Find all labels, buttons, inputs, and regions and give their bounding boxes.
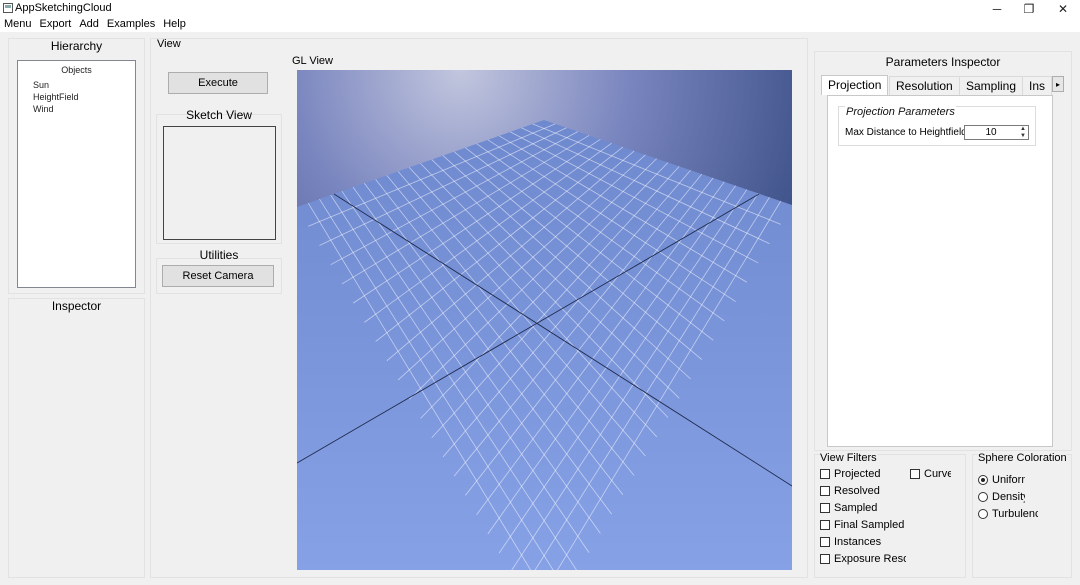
gl-view-canvas[interactable] — [297, 70, 792, 570]
coloration-density-radio[interactable]: Density — [978, 491, 1025, 503]
checkbox-icon — [820, 520, 830, 530]
hierarchy-title: Hierarchy — [50, 39, 103, 53]
chevron-right-icon: ▸ — [1055, 79, 1060, 89]
tree-item-sun[interactable]: Sun — [33, 80, 49, 90]
filter-resolved-checkbox[interactable]: Resolved — [820, 485, 960, 497]
spin-up-icon[interactable]: ▲ — [1018, 126, 1028, 132]
tab-resolution[interactable]: Resolution — [889, 76, 960, 95]
parameters-inspector-title: Parameters Inspector — [885, 55, 1001, 69]
gl-view-title: GL View — [292, 55, 333, 67]
checkbox-icon — [820, 486, 830, 496]
checkbox-icon — [820, 503, 830, 513]
max-distance-value[interactable]: 10 — [965, 126, 1017, 139]
filter-label: Projected — [834, 468, 881, 480]
filter-final-sampled-checkbox[interactable]: Final Sampled — [820, 519, 960, 531]
projection-tab-page — [827, 95, 1053, 447]
utilities-title: Utilities — [199, 248, 239, 262]
sketch-view-title: Sketch View — [186, 108, 252, 122]
inspector-title: Inspector — [51, 299, 102, 313]
sketch-canvas[interactable] — [163, 126, 276, 240]
filter-instances-checkbox[interactable]: Instances — [820, 536, 960, 548]
menu-help[interactable]: Help — [159, 17, 190, 32]
max-distance-spinbox[interactable]: 10 ▲ ▼ — [964, 125, 1029, 140]
spin-down-icon[interactable]: ▼ — [1018, 133, 1028, 139]
filter-label: Resolved — [834, 485, 880, 497]
menu-examples[interactable]: Examples — [103, 17, 159, 32]
reset-camera-button[interactable]: Reset Camera — [162, 265, 274, 287]
filter-label: Final Sampled — [834, 519, 905, 531]
tree-item-heightfield[interactable]: HeightField — [33, 92, 79, 102]
app-icon — [3, 3, 13, 13]
window-title: AppSketchingCloud — [15, 2, 112, 14]
menu-add[interactable]: Add — [75, 17, 103, 32]
checkbox-icon — [820, 554, 830, 564]
filter-curves-checkbox[interactable]: Curves — [910, 468, 951, 480]
radio-icon — [978, 509, 988, 519]
params-tab-bar: Projection Resolution Sampling Ins — [821, 75, 1062, 95]
radio-label: Uniform — [992, 474, 1025, 486]
close-button[interactable]: ✕ — [1046, 0, 1080, 17]
hierarchy-tree[interactable]: Objects Sun HeightField Wind — [17, 60, 136, 288]
sphere-coloration-title: Sphere Coloration — [978, 452, 1067, 464]
maximize-button[interactable]: ❐ — [1012, 0, 1046, 17]
execute-button[interactable]: Execute — [168, 72, 268, 94]
filter-label: Exposure Resolv — [834, 553, 906, 565]
radio-label: Turbulenc — [992, 508, 1038, 520]
gl-floor — [297, 120, 792, 570]
filter-label: Sampled — [834, 502, 878, 514]
radio-checked-icon — [978, 475, 988, 485]
gl-scene — [297, 70, 792, 570]
tab-instances[interactable]: Ins — [1022, 76, 1053, 95]
checkbox-icon — [820, 537, 830, 547]
menu-bar: Menu Export Add Examples Help — [0, 17, 1080, 32]
menu-export[interactable]: Export — [36, 17, 76, 32]
coloration-turbulence-radio[interactable]: Turbulenc — [978, 508, 1038, 520]
filter-exposure-resolved-checkbox[interactable]: Exposure Resolv — [820, 553, 906, 565]
projection-parameters-title: Projection Parameters — [845, 106, 956, 118]
filter-label: Curves — [924, 468, 951, 480]
max-distance-label: Max Distance to Heightfield — [845, 127, 967, 138]
filter-projected-checkbox[interactable]: Projected — [820, 468, 908, 480]
checkbox-icon — [820, 469, 830, 479]
title-bar: AppSketchingCloud ─ ❐ ✕ — [0, 0, 1080, 17]
tab-scroll-right-button[interactable]: ▸ — [1052, 76, 1064, 92]
tab-sampling[interactable]: Sampling — [959, 76, 1024, 95]
minimize-button[interactable]: ─ — [980, 0, 1014, 17]
tab-projection[interactable]: Projection — [821, 75, 889, 95]
tree-header: Objects — [61, 65, 92, 75]
radio-icon — [978, 492, 988, 502]
checkbox-icon — [910, 469, 920, 479]
tree-item-wind[interactable]: Wind — [33, 104, 54, 114]
radio-label: Density — [992, 491, 1025, 503]
inspector-panel — [8, 298, 145, 578]
filter-sampled-checkbox[interactable]: Sampled — [820, 502, 960, 514]
menu-menu[interactable]: Menu — [0, 17, 36, 32]
view-filters-title: View Filters — [820, 452, 877, 464]
filter-label: Instances — [834, 536, 882, 548]
coloration-uniform-radio[interactable]: Uniform — [978, 474, 1025, 486]
view-title: View — [157, 38, 181, 50]
